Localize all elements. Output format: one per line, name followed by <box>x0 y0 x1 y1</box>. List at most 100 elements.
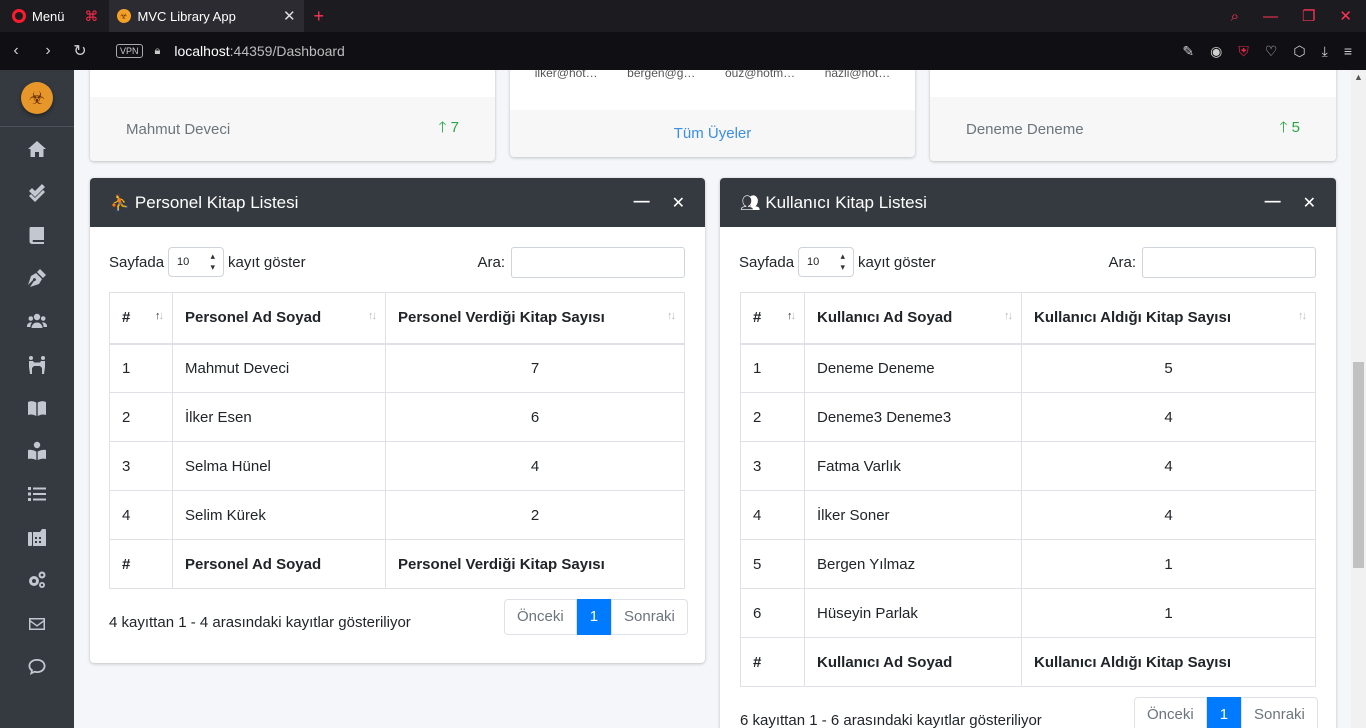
top-user-count: 5 <box>1291 118 1300 136</box>
sidebar-item-messages[interactable] <box>0 602 74 645</box>
cell-name: Bergen Yılmaz <box>804 539 1022 589</box>
prev-page-button[interactable]: Önceki <box>1134 697 1207 728</box>
cell-name: Mahmut Deveci <box>172 343 386 393</box>
tab-close-icon[interactable]: ✕ <box>283 7 296 25</box>
adblock-shield-icon[interactable]: ⛨ <box>1238 43 1249 60</box>
page-1-button[interactable]: 1 <box>1206 697 1242 728</box>
staff-table-controls: Sayfada 10 ▴ ▾ kayıt göster Ara: <box>109 246 685 278</box>
tab-title: MVC Library App <box>137 8 236 24</box>
length-prefix: Sayfada <box>739 253 795 271</box>
user-panel-header: 👥︎ Kullanıcı Kitap Listesi — ✕ <box>720 178 1336 227</box>
new-tab-icon[interactable]: + <box>314 6 325 27</box>
sidebar-item-comments[interactable] <box>0 645 74 688</box>
next-page-button[interactable]: Sonraki <box>1241 697 1318 728</box>
sidebar-item-library[interactable] <box>0 386 74 429</box>
page-length-select[interactable]: 10 ▴ ▾ <box>798 247 855 277</box>
back-icon[interactable]: ‹ <box>0 42 32 60</box>
sidebar-item-members[interactable] <box>0 300 74 343</box>
download-icon[interactable]: ⤓ <box>1322 43 1328 60</box>
staff-table-info: 4 kayıttan 1 - 4 arasındaki kayıtlar gös… <box>109 614 411 631</box>
column-header-name[interactable]: Kullanıcı Ad Soyad ↑↓ <box>804 292 1022 345</box>
page-scrollbar[interactable]: ▲ <box>1351 70 1366 728</box>
cell-index: 4 <box>740 490 805 540</box>
cell-name: Deneme3 Deneme3 <box>804 392 1022 442</box>
column-header-index[interactable]: # ↑↓ <box>109 292 173 345</box>
user-book-panel: 👥︎ Kullanıcı Kitap Listesi — ✕ Sayfada 1… <box>720 178 1336 728</box>
close-window-icon[interactable]: ✕ <box>1339 7 1352 25</box>
staff-search-input[interactable] <box>511 246 685 278</box>
cube-icon[interactable]: ⬡ <box>1293 43 1305 60</box>
camera-icon[interactable]: ◉ <box>1210 43 1222 60</box>
column-header-count[interactable]: Personel Verdiği Kitap Sayısı ↑↓ <box>385 292 685 345</box>
sidebar-item-checks[interactable] <box>0 170 74 213</box>
sidebar-item-books[interactable] <box>0 213 74 256</box>
gamepad-icon[interactable]: ⌘ <box>85 8 99 25</box>
sidebar-item-home[interactable] <box>0 127 74 170</box>
menu-dots-icon[interactable]: ≡ <box>1344 43 1352 60</box>
minimize-icon[interactable]: — <box>1263 8 1278 25</box>
user-search-input[interactable] <box>1142 246 1316 278</box>
vpn-badge[interactable]: VPN <box>116 44 143 58</box>
sidebar-item-authors[interactable] <box>0 257 74 300</box>
sidebar: ☣ <box>0 70 74 728</box>
table-row: 2 Deneme3 Deneme3 4 <box>740 392 1316 442</box>
window-controls: ⌕ — ❐ ✕ <box>1231 0 1366 32</box>
top-staff-card-footer: Mahmut Deveci 🡑 7 <box>90 97 495 161</box>
envelope-icon <box>29 617 45 630</box>
scrollbar-thumb[interactable] <box>1353 362 1364 568</box>
page-length-select[interactable]: 10 ▴ ▾ <box>168 247 225 277</box>
lock-icon[interactable]: 🔒︎ <box>155 45 161 58</box>
page-1-button[interactable]: 1 <box>576 599 612 635</box>
browser-tab[interactable]: ☣ MVC Library App ✕ <box>108 0 304 32</box>
cell-count: 2 <box>385 490 685 540</box>
brand[interactable]: ☣ <box>0 70 74 127</box>
all-members-link[interactable]: Tüm Üyeler <box>510 110 915 157</box>
book-reader-icon <box>28 441 46 460</box>
edit-icon[interactable]: ✎ <box>1182 43 1194 60</box>
column-header-count[interactable]: Kullanıcı Aldığı Kitap Sayısı ↑↓ <box>1021 292 1316 345</box>
people-carry-icon: ⛹ <box>110 194 130 212</box>
sidebar-item-lists[interactable] <box>0 473 74 516</box>
scroll-up-icon[interactable]: ▲ <box>1351 70 1366 85</box>
cell-name: Fatma Varlık <box>804 441 1022 491</box>
home-icon <box>28 140 46 157</box>
collapse-icon[interactable]: — <box>634 193 650 213</box>
browser-menu-button[interactable]: Menü <box>0 0 77 32</box>
forward-icon[interactable]: › <box>32 42 64 60</box>
prev-page-button[interactable]: Önceki <box>504 599 577 635</box>
reload-icon[interactable]: ↻ <box>64 41 96 61</box>
next-page-button[interactable]: Sonraki <box>611 599 688 635</box>
cell-count: 4 <box>1021 490 1316 540</box>
pen-nib-icon <box>28 269 46 288</box>
remove-icon[interactable]: ✕ <box>1303 193 1316 213</box>
length-prefix: Sayfada <box>109 253 165 271</box>
sidebar-item-readers[interactable] <box>0 429 74 472</box>
column-header-name[interactable]: Personel Ad Soyad ↑↓ <box>172 292 386 345</box>
remove-icon[interactable]: ✕ <box>672 193 685 213</box>
user-pagination: Önceki 1 Sonraki <box>1134 697 1318 728</box>
cell-index: 2 <box>740 392 805 442</box>
column-header-index[interactable]: # ↑↓ <box>740 292 805 345</box>
heart-icon[interactable]: ♡ <box>1265 43 1278 60</box>
fax-icon <box>28 529 46 547</box>
table-row: 3 Selma Hünel 4 <box>109 441 685 491</box>
cell-index: 6 <box>740 588 805 638</box>
search-icon[interactable]: ⌕ <box>1231 8 1239 25</box>
sidebar-item-staff[interactable] <box>0 343 74 386</box>
cell-index: 3 <box>740 441 805 491</box>
restore-icon[interactable]: ❐ <box>1302 7 1315 25</box>
browser-menu-label: Menü <box>32 8 65 24</box>
sort-icon: ↑↓ <box>1004 310 1013 322</box>
footer-name: Personel Ad Soyad <box>172 539 386 589</box>
footer-count: Personel Verdiği Kitap Sayısı <box>385 539 685 589</box>
sidebar-item-settings[interactable] <box>0 559 74 602</box>
url-field[interactable]: localhost:44359/Dashboard <box>174 43 344 59</box>
cell-count: 4 <box>1021 441 1316 491</box>
cell-name: İlker Esen <box>172 392 386 442</box>
staff-pagination: Önceki 1 Sonraki <box>504 599 688 635</box>
sidebar-item-office[interactable] <box>0 516 74 559</box>
table-footer-row: # Personel Ad Soyad Personel Verdiği Kit… <box>109 539 685 589</box>
table-header-row: # ↑↓ Kullanıcı Ad Soyad ↑↓ Kullanıcı Aldığ… <box>740 292 1316 345</box>
users-icon: 👥︎ <box>740 194 761 212</box>
collapse-icon[interactable]: — <box>1265 193 1281 213</box>
